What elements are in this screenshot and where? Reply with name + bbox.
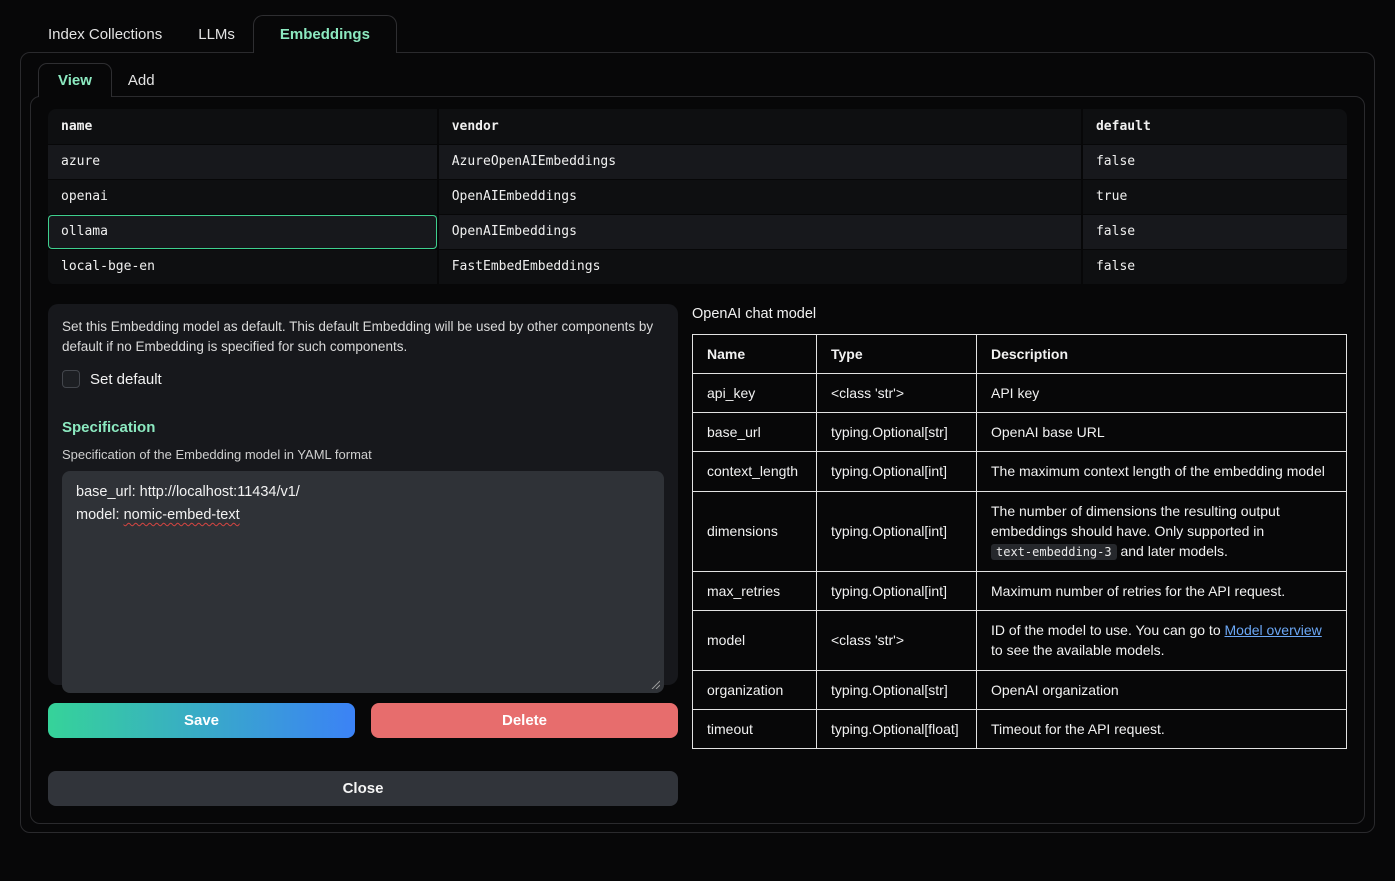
- doc-column-description: Description: [977, 334, 1347, 373]
- cell-name[interactable]: openai: [48, 179, 438, 214]
- action-buttons: Save Delete: [48, 703, 678, 738]
- doc-param-desc: Timeout for the API request.: [977, 709, 1347, 748]
- doc-row: context_length typing.Optional[int] The …: [693, 452, 1347, 491]
- set-default-label: Set default: [90, 371, 162, 388]
- save-button[interactable]: Save: [48, 703, 355, 738]
- doc-param-name: dimensions: [693, 491, 817, 571]
- yaml-line: model: nomic-embed-text: [76, 504, 650, 527]
- doc-param-desc: ID of the model to use. You can go to Mo…: [977, 610, 1347, 670]
- doc-row: api_key <class 'str'> API key: [693, 373, 1347, 412]
- doc-column-name: Name: [693, 334, 817, 373]
- cell-default[interactable]: false: [1082, 214, 1347, 249]
- doc-param-type: <class 'str'>: [817, 610, 977, 670]
- cell-name[interactable]: local-bge-en: [48, 249, 438, 284]
- doc-param-desc: OpenAI base URL: [977, 413, 1347, 452]
- cell-vendor[interactable]: FastEmbedEmbeddings: [438, 249, 1082, 284]
- doc-panel-title: OpenAI chat model: [692, 306, 1347, 322]
- doc-param-type: typing.Optional[float]: [817, 709, 977, 748]
- doc-param-type: typing.Optional[str]: [817, 670, 977, 709]
- cell-vendor[interactable]: OpenAIEmbeddings: [438, 179, 1082, 214]
- doc-row: dimensions typing.Optional[int] The numb…: [693, 491, 1347, 571]
- delete-button[interactable]: Delete: [371, 703, 678, 738]
- specification-heading: Specification: [62, 419, 664, 436]
- doc-param-name: api_key: [693, 373, 817, 412]
- doc-header-row: Name Type Description: [693, 334, 1347, 373]
- doc-param-desc: OpenAI organization: [977, 670, 1347, 709]
- embeddings-panel: View Add name vendor default: [20, 52, 1375, 833]
- specification-caption: Specification of the Embedding model in …: [62, 447, 664, 462]
- set-default-checkbox[interactable]: [62, 370, 80, 388]
- model-overview-link[interactable]: Model overview: [1225, 622, 1322, 638]
- doc-param-type: typing.Optional[int]: [817, 452, 977, 491]
- doc-row: organization typing.Optional[str] OpenAI…: [693, 670, 1347, 709]
- doc-param-name: max_retries: [693, 571, 817, 610]
- doc-param-type: typing.Optional[int]: [817, 571, 977, 610]
- cell-vendor[interactable]: OpenAIEmbeddings: [438, 214, 1082, 249]
- resize-handle-icon[interactable]: [650, 679, 660, 689]
- doc-row: max_retries typing.Optional[int] Maximum…: [693, 571, 1347, 610]
- doc-param-name: timeout: [693, 709, 817, 748]
- doc-param-name: context_length: [693, 452, 817, 491]
- tab-index-collections[interactable]: Index Collections: [30, 17, 180, 52]
- edit-column: Set this Embedding model as default. Thi…: [48, 304, 678, 806]
- doc-param-desc: Maximum number of retries for the API re…: [977, 571, 1347, 610]
- column-header-default: default: [1082, 109, 1347, 144]
- tab-llms[interactable]: LLMs: [180, 17, 253, 52]
- table-header-row: name vendor default: [48, 109, 1347, 144]
- embeddings-table: name vendor default azure AzureOpenAIEmb…: [48, 109, 1347, 285]
- doc-param-name: model: [693, 610, 817, 670]
- doc-param-type: typing.Optional[int]: [817, 491, 977, 571]
- cell-name[interactable]: azure: [48, 144, 438, 179]
- cell-vendor[interactable]: AzureOpenAIEmbeddings: [438, 144, 1082, 179]
- doc-param-desc: The maximum context length of the embedd…: [977, 452, 1347, 491]
- cell-name-selected[interactable]: ollama: [48, 214, 438, 249]
- detail-area: Set this Embedding model as default. Thi…: [48, 304, 1347, 806]
- top-tab-bar: Index Collections LLMs Embeddings: [0, 0, 1395, 52]
- cell-default[interactable]: false: [1082, 249, 1347, 284]
- doc-param-name: organization: [693, 670, 817, 709]
- doc-column-type: Type: [817, 334, 977, 373]
- yaml-spec-input[interactable]: base_url: http://localhost:11434/v1/ mod…: [62, 471, 664, 693]
- set-default-row: Set default: [62, 370, 664, 388]
- default-description: Set this Embedding model as default. Thi…: [62, 317, 662, 358]
- cell-default[interactable]: false: [1082, 144, 1347, 179]
- tab-add[interactable]: Add: [112, 65, 171, 96]
- cell-default[interactable]: true: [1082, 179, 1347, 214]
- column-header-vendor: vendor: [438, 109, 1082, 144]
- view-tab-panel: name vendor default azure AzureOpenAIEmb…: [30, 96, 1365, 824]
- table-row[interactable]: azure AzureOpenAIEmbeddings false: [48, 144, 1347, 179]
- table-row-selected[interactable]: ollama OpenAIEmbeddings false: [48, 214, 1347, 249]
- doc-column: OpenAI chat model Name Type Description: [692, 304, 1347, 806]
- column-header-name: name: [48, 109, 438, 144]
- tab-view[interactable]: View: [38, 63, 112, 97]
- doc-row: base_url typing.Optional[str] OpenAI bas…: [693, 413, 1347, 452]
- doc-table: Name Type Description api_key <class 'st…: [692, 334, 1347, 750]
- yaml-line: base_url: http://localhost:11434/v1/: [76, 481, 650, 504]
- table-row[interactable]: openai OpenAIEmbeddings true: [48, 179, 1347, 214]
- doc-param-desc: The number of dimensions the resulting o…: [977, 491, 1347, 571]
- doc-param-type: typing.Optional[str]: [817, 413, 977, 452]
- doc-row: timeout typing.Optional[float] Timeout f…: [693, 709, 1347, 748]
- doc-param-type: <class 'str'>: [817, 373, 977, 412]
- doc-param-name: base_url: [693, 413, 817, 452]
- table-row[interactable]: local-bge-en FastEmbedEmbeddings false: [48, 249, 1347, 284]
- close-button[interactable]: Close: [48, 771, 678, 806]
- sub-tab-bar: View Add: [21, 53, 1374, 96]
- tab-embeddings[interactable]: Embeddings: [253, 15, 397, 53]
- settings-group: Set this Embedding model as default. Thi…: [48, 304, 678, 685]
- doc-param-desc: API key: [977, 373, 1347, 412]
- doc-row: model <class 'str'> ID of the model to u…: [693, 610, 1347, 670]
- app-root: Index Collections LLMs Embeddings View A…: [0, 0, 1395, 833]
- misspelled-word: nomic-embed-text: [124, 507, 240, 523]
- code-chip: text-embedding-3: [991, 544, 1117, 560]
